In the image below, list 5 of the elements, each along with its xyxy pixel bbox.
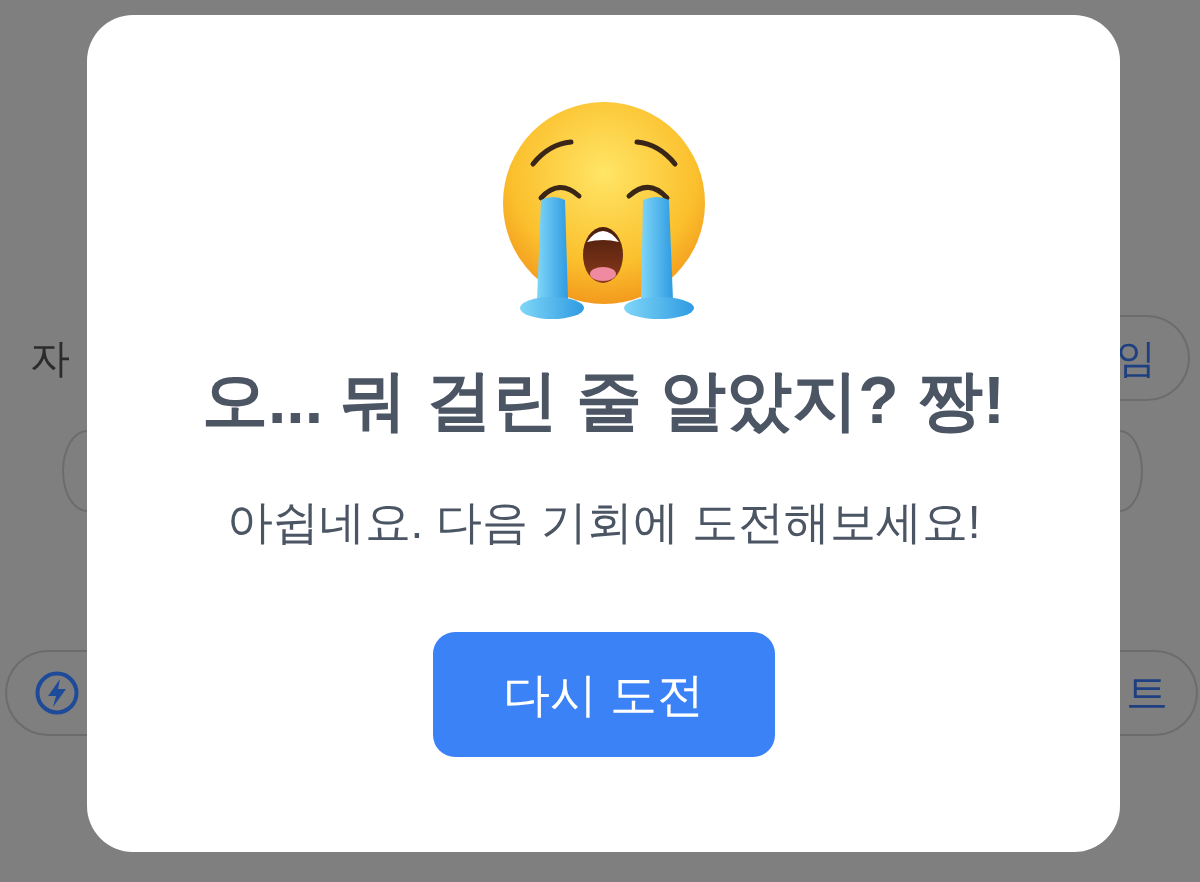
dialog-message: 아쉽네요. 다음 기회에 도전해보세요! — [226, 495, 981, 549]
page-heading: 자 — [29, 338, 70, 378]
retry-button[interactable]: 다시 도전 — [432, 632, 775, 757]
lightning-icon — [35, 671, 79, 715]
dialog-title: 오... 뭐 걸린 줄 알았지? 짱! — [202, 362, 1005, 438]
